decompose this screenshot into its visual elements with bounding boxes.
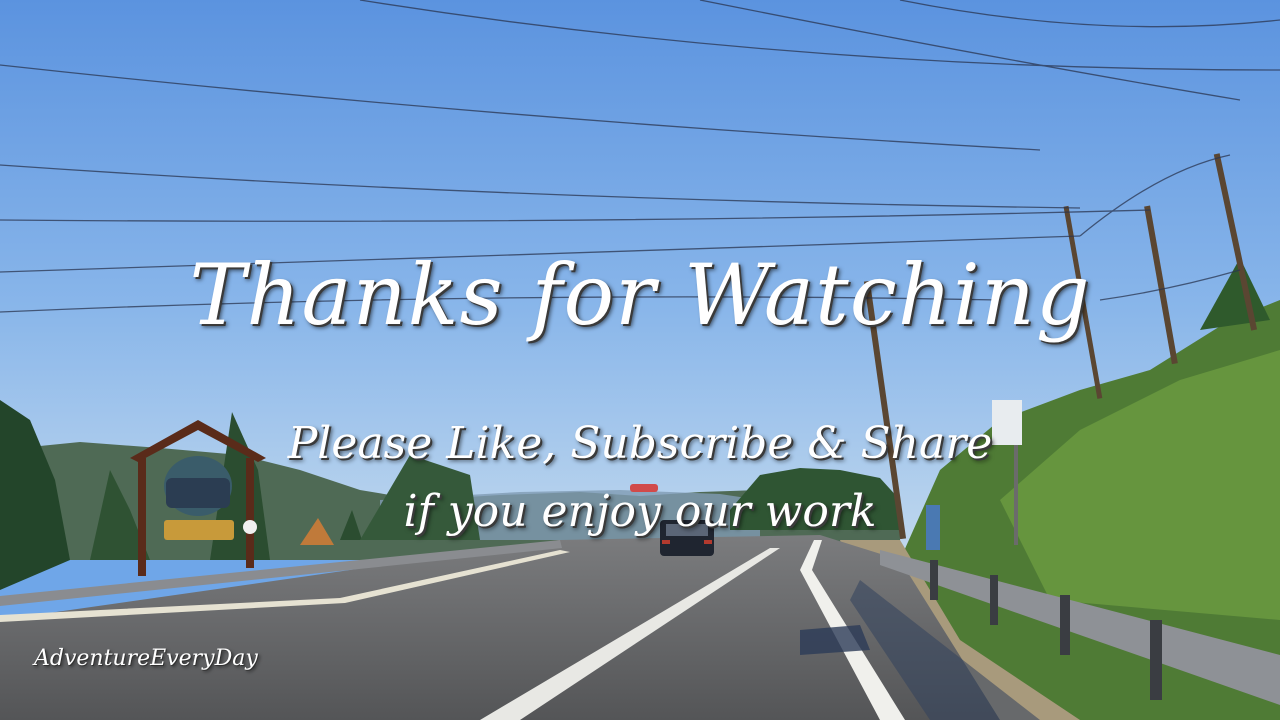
thanks-title: Thanks for Watching — [189, 246, 1091, 344]
channel-watermark: AdventureEveryDay — [34, 646, 258, 671]
enjoy-message: if you enjoy our work — [403, 486, 877, 537]
subscribe-message: Please Like, Subscribe & Share — [287, 418, 993, 469]
end-screen-overlay: Thanks for Watching Please Like, Subscri… — [0, 0, 1280, 720]
